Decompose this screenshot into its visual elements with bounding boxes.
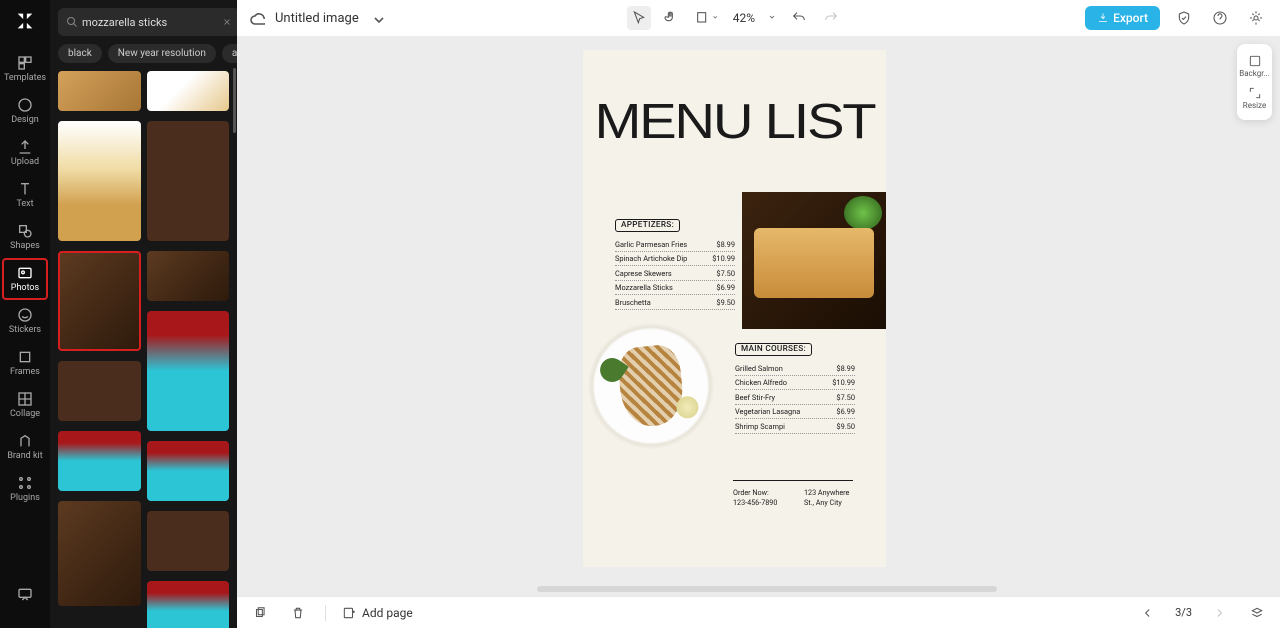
menu-image-sticks[interactable]: [742, 192, 886, 329]
main-area: Untitled image 42% Export Backgr... Resi…: [237, 0, 1280, 628]
photo-thumb[interactable]: [147, 441, 230, 501]
photo-thumb[interactable]: [58, 361, 141, 421]
rail-text[interactable]: Text: [2, 174, 48, 216]
mains-heading: MAIN COURSES:: [735, 343, 812, 357]
photo-thumb[interactable]: [147, 311, 230, 431]
redo-button[interactable]: [819, 6, 843, 30]
next-page-button[interactable]: [1208, 602, 1230, 624]
footer-divider: [733, 480, 853, 481]
photo-thumb[interactable]: [147, 511, 230, 571]
rail-upload[interactable]: Upload: [2, 132, 48, 174]
artboard-tool[interactable]: [691, 6, 725, 30]
appetizers-section[interactable]: APPETIZERS: Garlic Parmesan Fries$8.99 S…: [615, 212, 735, 311]
panel-scrollbar[interactable]: [233, 68, 236, 133]
canvas-scrollbar[interactable]: [537, 586, 997, 592]
appetizers-heading: APPETIZERS:: [615, 219, 680, 233]
hand-tool[interactable]: [659, 6, 683, 30]
order-info[interactable]: Order Now:123-456-7890: [733, 488, 777, 507]
rail-feedback[interactable]: [2, 574, 48, 616]
chip-new-year[interactable]: New year resolution: [108, 44, 216, 63]
document-title[interactable]: Untitled image: [275, 11, 359, 26]
rail-shapes[interactable]: Shapes: [2, 216, 48, 258]
mains-section[interactable]: MAIN COURSES: Grilled Salmon$8.99 Chicke…: [735, 336, 855, 435]
artboard[interactable]: MENU LIST APPETIZERS: Garlic Parmesan Fr…: [583, 50, 886, 567]
chip-arrow[interactable]: arro: [222, 44, 237, 63]
select-tool[interactable]: [627, 6, 651, 30]
photo-thumb[interactable]: [58, 71, 141, 111]
shield-button[interactable]: [1172, 6, 1196, 30]
rail-stickers[interactable]: Stickers: [2, 300, 48, 342]
photo-thumb[interactable]: [58, 121, 141, 241]
page-counter: 3/3: [1175, 606, 1192, 619]
chevron-down-icon[interactable]: [369, 10, 385, 26]
right-float-panel: Backgr... Resize: [1237, 44, 1272, 120]
rail-frames[interactable]: Frames: [2, 342, 48, 384]
bottom-bar: Add page 3/3: [237, 596, 1280, 628]
clear-search-icon[interactable]: [222, 17, 232, 27]
top-bar: Untitled image 42% Export: [237, 0, 1280, 36]
search-box[interactable]: [58, 8, 240, 36]
photo-thumb[interactable]: [147, 581, 230, 628]
photo-thumb[interactable]: [147, 251, 230, 301]
layers-button[interactable]: [1246, 602, 1268, 624]
photo-thumb-selected[interactable]: [58, 251, 141, 351]
rail-plugins[interactable]: Plugins: [2, 468, 48, 510]
settings-button[interactable]: [1244, 6, 1268, 30]
search-input[interactable]: [82, 16, 222, 29]
chevron-down-icon[interactable]: [767, 10, 779, 26]
photo-grid: [50, 71, 237, 628]
resize-button[interactable]: Resize: [1237, 82, 1272, 114]
rail-brand-kit[interactable]: Brand kit: [2, 426, 48, 468]
canvas[interactable]: Backgr... Resize MENU LIST APPETIZERS: G…: [237, 36, 1280, 596]
photos-panel: black New year resolution arro: [50, 0, 237, 628]
app-logo: [14, 10, 36, 32]
background-button[interactable]: Backgr...: [1237, 50, 1272, 82]
rail-templates[interactable]: Templates: [2, 48, 48, 90]
rail-collage[interactable]: Collage: [2, 384, 48, 426]
cloud-icon: [249, 10, 265, 26]
export-button[interactable]: Export: [1085, 6, 1160, 30]
photo-thumb[interactable]: [58, 501, 141, 606]
zoom-level[interactable]: 42%: [733, 11, 765, 25]
photo-thumb[interactable]: [147, 71, 230, 111]
add-page-button[interactable]: Add page: [342, 606, 413, 620]
duplicate-page-button[interactable]: [249, 602, 271, 624]
address-info[interactable]: 123 AnywhereSt., Any City: [804, 488, 849, 507]
photo-thumb[interactable]: [58, 431, 141, 491]
rail-photos[interactable]: Photos: [2, 258, 48, 300]
prev-page-button[interactable]: [1137, 602, 1159, 624]
left-rail: Templates Design Upload Text Shapes Phot…: [0, 0, 50, 628]
menu-title[interactable]: MENU LIST: [583, 50, 931, 147]
photo-thumb[interactable]: [147, 121, 230, 241]
delete-page-button[interactable]: [287, 602, 309, 624]
chip-black[interactable]: black: [58, 44, 102, 63]
help-button[interactable]: [1208, 6, 1232, 30]
menu-image-plate[interactable]: [583, 312, 719, 482]
search-icon: [66, 16, 78, 28]
rail-design[interactable]: Design: [2, 90, 48, 132]
undo-button[interactable]: [787, 6, 811, 30]
